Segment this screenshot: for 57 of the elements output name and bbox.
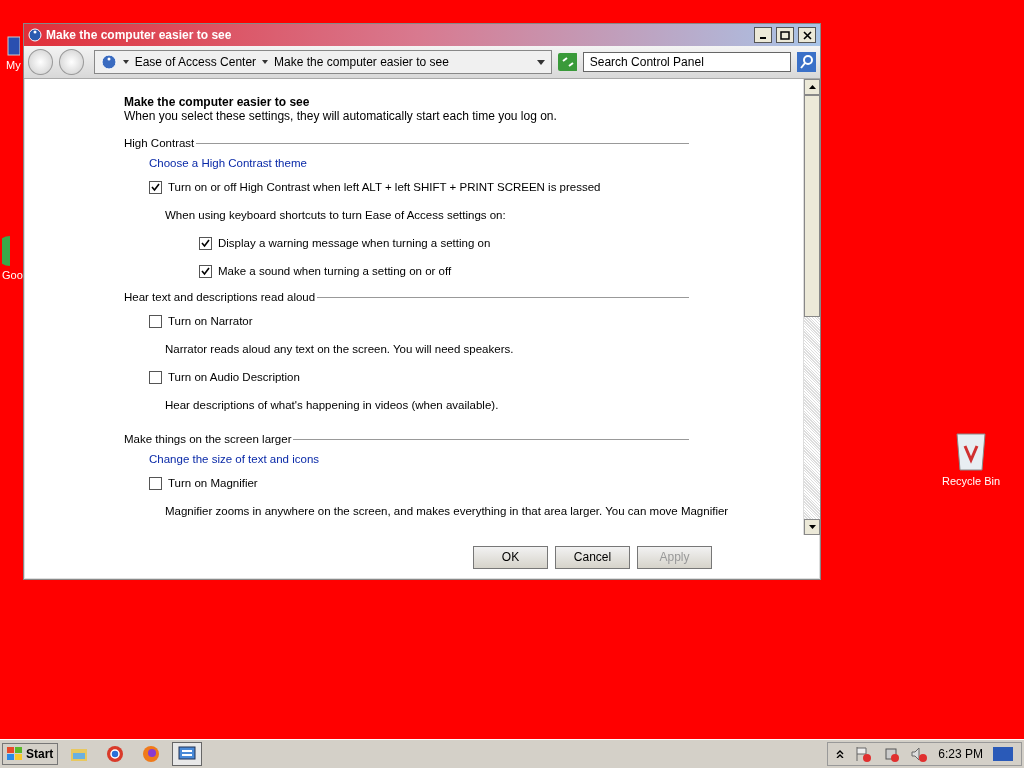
link[interactable]: Choose a High Contrast theme — [149, 157, 307, 169]
computer-icon — [6, 36, 20, 56]
start-button[interactable]: Start — [2, 743, 59, 765]
breadcrumb-item[interactable]: Ease of Access Center — [134, 55, 257, 69]
group-text: When using keyboard shortcuts to turn Ease of Access settings on: — [165, 208, 506, 223]
dialog-button[interactable]: OK — [473, 545, 548, 569]
description-text: Narrator reads aloud any text on the screen. You will need speakers. — [165, 342, 514, 357]
checkbox-label: Display a warning message when turning a setting on — [218, 237, 491, 249]
checkbox-label: Turn on Magnifier — [168, 477, 258, 489]
scroll-down-icon[interactable] — [808, 525, 816, 529]
chrome-icon[interactable] — [106, 745, 125, 763]
checkbox[interactable] — [199, 264, 212, 278]
description-text: Hear descriptions of what's happening in videos (when available). — [165, 398, 499, 413]
desktop-icon-label[interactable]: My — [6, 59, 21, 71]
checkbox-label: Turn on Narrator — [168, 315, 253, 327]
caret-icon[interactable] — [122, 60, 129, 64]
checkbox[interactable] — [149, 180, 162, 194]
page-heading: Make the computer easier to see — [124, 95, 311, 109]
search-field[interactable]: Search Control Panel — [582, 52, 791, 72]
desktop-icon-label[interactable]: Recycle Bin — [942, 475, 1001, 487]
chevron-up-icon[interactable] — [836, 750, 845, 758]
checkbox-label: Make a sound when turning a setting on or off — [218, 265, 452, 277]
scrollbar[interactable] — [803, 79, 820, 535]
section-title: High Contrast — [124, 137, 195, 149]
clock: 6:23 PM — [938, 747, 983, 761]
checkbox[interactable] — [199, 236, 212, 250]
breadcrumb-item[interactable]: Make the computer easier to see — [274, 55, 449, 69]
checkbox-label: Turn on Audio Description — [168, 371, 300, 383]
flag-icon[interactable] — [854, 746, 873, 762]
window-title: Make the computer easier to see — [46, 28, 233, 42]
dialog-button[interactable]: Cancel — [555, 545, 630, 569]
section-title: Make things on the screen larger — [124, 433, 292, 445]
minimize-button[interactable] — [754, 27, 772, 43]
maximize-button[interactable] — [776, 27, 794, 43]
windows-logo-icon — [7, 747, 23, 761]
description-text: Magnifier zooms in anywhere on the screen, and makes everything in that area larger. You can move Magnifier — [165, 504, 729, 519]
browser-icon — [2, 236, 10, 266]
desktop-icon-label[interactable]: Goo — [2, 269, 23, 281]
caret-icon[interactable] — [262, 60, 269, 64]
close-button[interactable] — [798, 27, 816, 43]
caret-icon[interactable] — [536, 59, 545, 65]
link[interactable]: Change the size of text and icons — [149, 453, 320, 465]
close-icon — [802, 30, 812, 40]
checkbox-label: Turn on or off High Contrast when left ALT + left SHIFT + PRINT SCREEN is pressed — [168, 181, 601, 193]
speaker-icon[interactable] — [910, 746, 929, 762]
checkbox[interactable] — [149, 476, 162, 490]
control-panel-icon[interactable] — [178, 746, 197, 762]
search-icon[interactable] — [796, 52, 816, 72]
section-title: Hear text and descriptions read aloud — [124, 291, 316, 303]
network-icon[interactable] — [882, 746, 901, 762]
address-bar[interactable]: Ease of Access Center Make the computer easier to see — [93, 50, 552, 74]
firefox-icon[interactable] — [142, 745, 161, 763]
maximize-icon — [780, 30, 790, 40]
page-subtitle: When you select these settings, they will automatically start each time you log on. — [124, 109, 558, 123]
checkbox[interactable] — [149, 314, 162, 328]
checkbox[interactable] — [149, 370, 162, 384]
scroll-up-icon[interactable] — [808, 85, 816, 89]
